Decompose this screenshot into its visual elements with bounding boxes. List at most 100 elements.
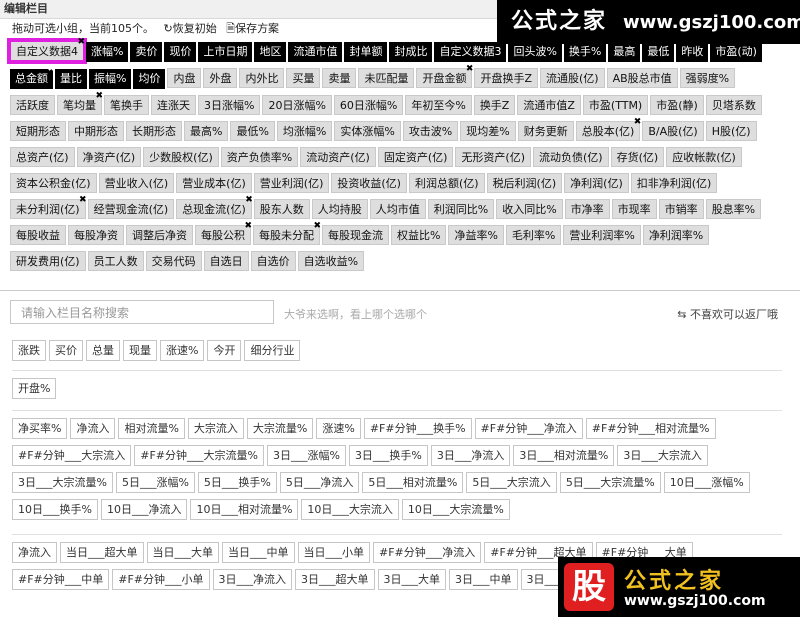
selected-column-chip[interactable]: 最低 bbox=[642, 42, 675, 62]
available-column-chip[interactable]: 10日___大宗流入 bbox=[301, 499, 399, 520]
selected-column-chip[interactable]: 营业收入(亿) bbox=[98, 173, 175, 193]
selected-column-chip[interactable]: 存货(亿) bbox=[610, 147, 665, 167]
remove-icon[interactable]: ✖ bbox=[313, 222, 321, 231]
remove-icon[interactable]: ✖ bbox=[634, 118, 642, 127]
available-column-chip[interactable]: 今开 bbox=[207, 340, 242, 361]
available-column-chip[interactable]: 5日___相对流量% bbox=[362, 472, 464, 493]
selected-column-chip[interactable]: 利润总额(亿) bbox=[408, 173, 485, 193]
remove-icon[interactable]: ✖ bbox=[95, 92, 103, 101]
selected-column-chip[interactable]: 现价 bbox=[164, 42, 197, 62]
available-column-chip[interactable]: 10日___涨幅% bbox=[663, 472, 750, 493]
selected-column-chip[interactable]: 内盘 bbox=[167, 68, 202, 88]
available-column-chip[interactable]: 当日___小单 bbox=[297, 542, 370, 563]
selected-column-chip[interactable]: 最低% bbox=[230, 121, 275, 141]
selected-column-chip[interactable]: 市盈(TTM) bbox=[582, 95, 649, 115]
search-input[interactable]: 请输入栏目名称搜索 bbox=[10, 300, 274, 324]
selected-column-chip[interactable]: 流通市值Z bbox=[517, 95, 581, 115]
available-column-chip[interactable]: #F#分钟___中单 bbox=[12, 569, 110, 590]
available-column-chip[interactable]: 大宗流量% bbox=[246, 418, 314, 439]
selected-column-chip[interactable]: H股(亿) bbox=[705, 121, 757, 141]
save-scheme-button[interactable]: 🗎保存方案 bbox=[226, 22, 279, 35]
selected-column-chip[interactable]: 内外比 bbox=[239, 68, 285, 88]
selected-column-chip[interactable]: 营业成本(亿) bbox=[176, 173, 252, 193]
selected-column-chip[interactable]: 研发费用(亿) bbox=[10, 251, 86, 271]
available-column-chip[interactable]: 总量 bbox=[86, 340, 120, 361]
selected-column-chip[interactable]: 量比 bbox=[55, 69, 87, 89]
available-column-chip[interactable]: 净买率% bbox=[12, 418, 68, 439]
selected-column-chip[interactable]: 员工人数 bbox=[87, 251, 144, 271]
available-column-chip[interactable]: 当日___超大单 bbox=[60, 542, 144, 563]
selected-column-chip[interactable]: 收入同比% bbox=[496, 199, 563, 219]
available-column-chip[interactable]: 当日___中单 bbox=[222, 542, 295, 563]
available-column-chip[interactable]: 现量 bbox=[123, 340, 157, 361]
selected-column-chip[interactable]: 每股收益 bbox=[10, 225, 66, 245]
selected-column-chip[interactable]: 20日涨幅% bbox=[262, 95, 332, 115]
available-column-chip[interactable]: 3日___净流入 bbox=[430, 445, 511, 466]
available-column-chip[interactable]: #F#分钟___换手% bbox=[363, 418, 472, 439]
selected-column-chip[interactable]: 资产负债率% bbox=[220, 147, 299, 167]
selected-column-chip[interactable]: 地区 bbox=[254, 42, 287, 62]
selected-column-chip[interactable]: 股东人数 bbox=[253, 199, 310, 219]
selected-column-chip[interactable]: 每股现金流 bbox=[322, 225, 389, 245]
selected-column-chip[interactable]: 每股公积 ✖ bbox=[195, 222, 252, 245]
selected-column-chip[interactable]: 均涨幅% bbox=[276, 121, 333, 141]
selected-column-chip[interactable]: 卖价 bbox=[130, 42, 163, 62]
selected-column-chip[interactable]: 营业利润(亿) bbox=[253, 173, 330, 193]
selected-column-chip[interactable]: 现均差% bbox=[460, 121, 516, 141]
selected-column-chip[interactable]: 每股未分配 ✖ bbox=[253, 222, 321, 245]
selected-column-chip[interactable]: 自定义数据3 bbox=[434, 42, 507, 62]
selected-column-chip[interactable]: 开盘金额 ✖ bbox=[416, 65, 473, 88]
selected-column-chip[interactable]: 调整后净资 bbox=[126, 225, 193, 245]
selected-column-chip[interactable]: 买量 bbox=[286, 68, 321, 88]
selected-column-chip[interactable]: 回头波% bbox=[508, 42, 562, 62]
selected-column-chip[interactable]: 总股本(亿) ✖ bbox=[575, 118, 642, 141]
available-column-chip[interactable]: 3日___大宗流量% bbox=[12, 472, 113, 493]
available-column-chip[interactable]: #F#分钟___大宗流量% bbox=[134, 445, 264, 466]
selected-column-chip[interactable]: 市销率 bbox=[658, 199, 704, 219]
selected-column-chip[interactable]: B/A股(亿) bbox=[642, 121, 704, 141]
selected-column-chip[interactable]: 投资收益(亿) bbox=[331, 173, 407, 193]
available-column-chip[interactable]: 3日___大单 bbox=[377, 569, 447, 590]
selected-column-chip[interactable]: 权益比% bbox=[391, 225, 447, 245]
selected-column-chip[interactable]: 上市日期 bbox=[198, 42, 253, 62]
selected-column-chip[interactable]: 最高 bbox=[608, 42, 641, 62]
available-column-chip[interactable]: 当日___大单 bbox=[146, 542, 219, 563]
available-column-chip[interactable]: 涨跌 bbox=[12, 340, 46, 361]
selected-column-chip[interactable]: 封成比 bbox=[389, 42, 433, 62]
available-column-chip[interactable]: 净流入 bbox=[12, 542, 57, 563]
selected-column-chip[interactable]: 应收帐款(亿) bbox=[666, 147, 742, 167]
selected-column-chip[interactable]: 交易代码 bbox=[145, 251, 202, 271]
selected-column-chip[interactable]: 总资产(亿) bbox=[10, 147, 75, 167]
remove-icon[interactable]: ✖ bbox=[47, 65, 55, 74]
remove-icon[interactable]: ✖ bbox=[79, 196, 87, 205]
selected-column-chip[interactable]: 少数股权(亿) bbox=[143, 147, 219, 167]
selected-column-chip[interactable]: 连涨天 bbox=[151, 95, 196, 115]
selected-column-chip[interactable]: 流通股(亿) bbox=[540, 68, 605, 88]
selected-column-chip[interactable]: 人均持股 bbox=[311, 199, 368, 219]
selected-column-chip[interactable]: 财务更新 bbox=[517, 121, 574, 141]
selected-column-chip[interactable]: 笔均量 ✖ bbox=[57, 92, 103, 115]
selected-column-chip[interactable]: 短期形态 bbox=[10, 121, 66, 141]
selected-column-chip[interactable]: 市净率 bbox=[564, 199, 610, 219]
available-column-chip[interactable]: 10日___净流入 bbox=[100, 499, 188, 520]
selected-column-chip[interactable]: 净利润(亿) bbox=[564, 173, 629, 193]
available-column-chip[interactable]: 净流入 bbox=[70, 418, 116, 439]
remove-icon[interactable]: ✖ bbox=[245, 196, 253, 205]
selected-column-chip[interactable]: 营业利润率% bbox=[563, 225, 641, 245]
available-column-chip[interactable]: 大宗流入 bbox=[187, 418, 244, 439]
available-column-chip[interactable]: 5日___净流入 bbox=[279, 472, 360, 493]
selected-column-chip[interactable]: 贝塔系数 bbox=[705, 95, 762, 115]
available-column-chip[interactable]: 细分行业 bbox=[244, 340, 301, 361]
selected-column-chip[interactable]: 换手Z bbox=[473, 95, 516, 115]
selected-column-chip[interactable]: 资本公积金(亿) bbox=[10, 173, 97, 193]
available-column-chip[interactable]: #F#分钟___净流入 bbox=[474, 418, 583, 439]
available-column-chip[interactable]: 3日___净流入 bbox=[212, 569, 293, 590]
selected-column-chip[interactable]: 涨幅% bbox=[86, 42, 129, 62]
selected-column-chip[interactable]: 活跃度 bbox=[10, 95, 55, 115]
selected-column-chip[interactable]: 年初至今% bbox=[405, 95, 472, 115]
available-column-chip[interactable]: 3日___中单 bbox=[449, 569, 518, 590]
available-column-chip[interactable]: 5日___换手% bbox=[197, 472, 277, 493]
selected-column-chip[interactable]: 市现率 bbox=[611, 199, 657, 219]
selected-column-chip[interactable]: 换手% bbox=[563, 42, 607, 62]
selected-column-chip[interactable]: 自选价 bbox=[250, 251, 296, 271]
